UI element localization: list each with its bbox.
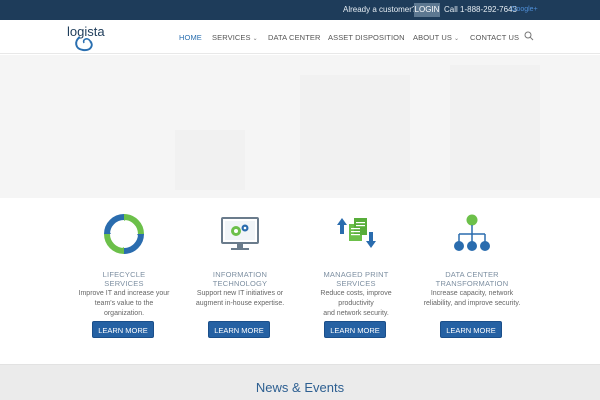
service-lifecycle: LIFECYCLE SERVICES Improve IT and increa… [64, 214, 184, 319]
nav-about-us[interactable]: ABOUT US ⌄ [413, 33, 459, 42]
service-desc-line: Increase capacity, network [430, 290, 514, 297]
service-title-line: MANAGED PRINT [323, 270, 389, 279]
hero-banner [0, 55, 600, 198]
service-desc-line: augment in-house expertise. [195, 300, 285, 307]
nav-asset-disposition[interactable]: ASSET DISPOSITION [328, 33, 405, 42]
service-title-line: SERVICES [104, 279, 144, 288]
chevron-down-icon: ⌄ [454, 36, 460, 42]
site-header: logista HOME SERVICES ⌄ DATA CENTER ASSET… [0, 20, 600, 54]
top-bar: Already a customer? LOGIN Call 1-888-292… [0, 0, 600, 20]
service-data-center: DATA CENTER TRANSFORMATION Increase capa… [412, 214, 532, 309]
logista-logo[interactable]: logista [66, 23, 120, 53]
google-plus-link[interactable]: Google+ [511, 6, 538, 13]
chevron-down-icon: ⌄ [252, 36, 258, 42]
service-title-line: LIFECYCLE [102, 270, 146, 279]
service-title: INFORMATION TECHNOLOGY [180, 270, 300, 288]
documents-arrows-icon [337, 218, 376, 248]
nav-services[interactable]: SERVICES ⌄ [212, 33, 258, 42]
service-desc-line: Support new IT initiatives or [196, 290, 284, 297]
service-title: DATA CENTER TRANSFORMATION [412, 270, 532, 288]
customer-prompt: Already a customer? [343, 5, 417, 14]
service-title-line: TRANSFORMATION [435, 279, 509, 288]
hero-faded-shape [175, 130, 245, 190]
lifecycle-icon [104, 214, 144, 254]
search-icon[interactable] [524, 31, 534, 41]
news-title: News & Events [255, 380, 345, 395]
service-title-line: INFORMATION [212, 270, 268, 279]
nav-home[interactable]: HOME [179, 33, 202, 42]
phone-link[interactable]: Call 1-888-292-7643 [444, 5, 517, 14]
service-description: Increase capacity, network reliability, … [412, 289, 532, 309]
login-button[interactable]: LOGIN [414, 3, 440, 17]
nav-contact-us[interactable]: CONTACT US [470, 33, 519, 42]
service-managed-print: MANAGED PRINT SERVICES Reduce costs, imp… [296, 214, 416, 319]
nav-about-us-label: ABOUT US [413, 33, 453, 42]
monitor-gears-icon [221, 217, 259, 250]
learn-more-button[interactable]: LEARN MORE [324, 321, 386, 338]
service-title: LIFECYCLE SERVICES [64, 270, 184, 288]
service-desc-line: Reduce costs, improve productivity [320, 290, 392, 307]
service-description: Improve IT and increase your team's valu… [64, 289, 184, 319]
service-description: Reduce costs, improve productivity and n… [296, 289, 416, 319]
service-title-line: DATA CENTER [445, 270, 499, 279]
nav-services-label: SERVICES [212, 33, 251, 42]
hero-faded-shape [450, 65, 540, 190]
service-title-line: TECHNOLOGY [212, 279, 268, 288]
org-chart-icon [454, 214, 490, 251]
news-section: News & Events [0, 364, 600, 400]
logo-text: logista [67, 24, 105, 39]
service-description: Support new IT initiatives or augment in… [180, 289, 300, 309]
service-desc-line: Improve IT and increase your [78, 290, 170, 297]
service-title-line: SERVICES [336, 279, 376, 288]
service-desc-line: team's value to the organization. [94, 300, 154, 317]
hero-faded-shape [300, 75, 410, 190]
learn-more-button[interactable]: LEARN MORE [92, 321, 154, 338]
nav-data-center[interactable]: DATA CENTER [268, 33, 321, 42]
service-title: MANAGED PRINT SERVICES [296, 270, 416, 288]
learn-more-button[interactable]: LEARN MORE [440, 321, 502, 338]
service-information-technology: INFORMATION TECHNOLOGY Support new IT in… [180, 214, 300, 309]
service-desc-line: reliability, and improve security. [423, 300, 521, 307]
service-desc-line: and network security. [323, 310, 389, 317]
learn-more-button[interactable]: LEARN MORE [208, 321, 270, 338]
